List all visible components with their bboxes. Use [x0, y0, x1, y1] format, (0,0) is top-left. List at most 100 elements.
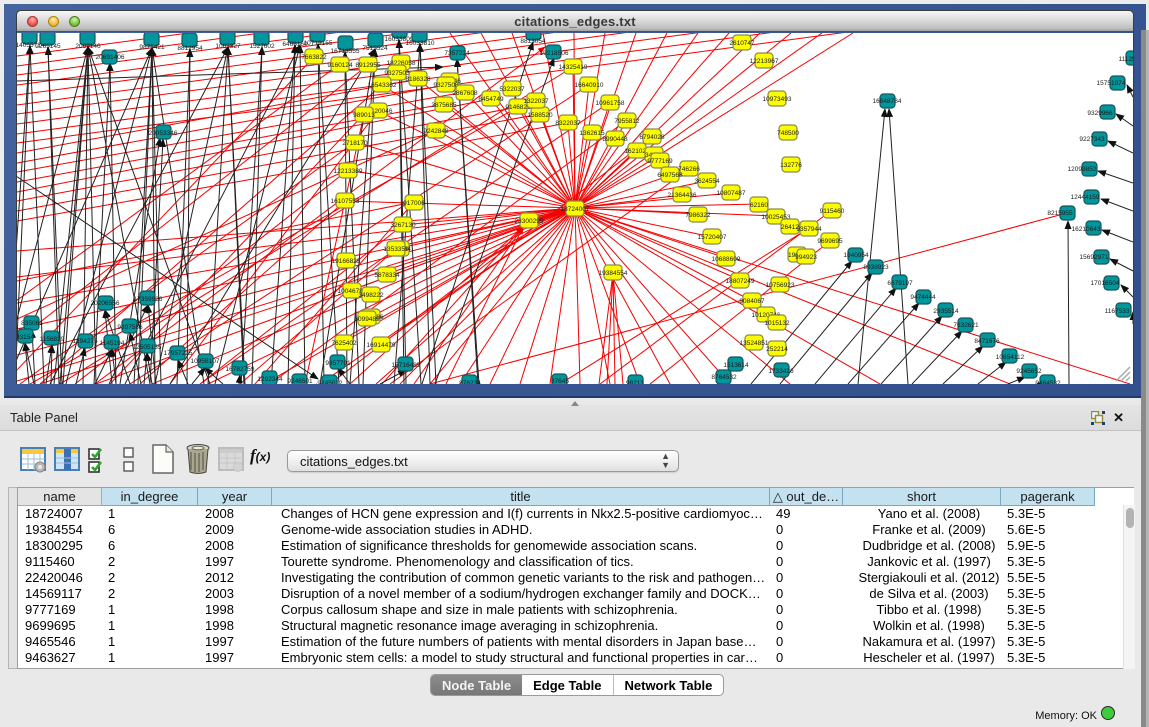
svg-text:252214: 252214 — [766, 346, 788, 353]
svg-text:20053346: 20053346 — [149, 130, 178, 137]
svg-text:876234: 876234 — [459, 380, 481, 384]
svg-text:15720407: 15720407 — [698, 234, 727, 241]
svg-text:9464532: 9464532 — [1035, 380, 1061, 384]
svg-text:6497568: 6497568 — [657, 172, 683, 179]
svg-text:7632621: 7632621 — [953, 322, 979, 329]
svg-text:7515524: 7515524 — [362, 45, 388, 52]
svg-text:6099489: 6099489 — [354, 316, 380, 323]
svg-text:12213389: 12213389 — [334, 168, 363, 175]
svg-text:10654112: 10654112 — [996, 354, 1025, 361]
svg-text:2265145: 2265145 — [35, 43, 61, 50]
svg-text:16640910: 16640910 — [575, 82, 604, 89]
svg-text:18807249: 18807249 — [726, 278, 755, 285]
svg-text:16543362: 16543362 — [368, 82, 397, 89]
svg-text:5878334: 5878334 — [374, 272, 400, 279]
svg-text:9699695: 9699695 — [817, 238, 843, 245]
svg-text:7986322: 7986322 — [685, 212, 711, 219]
svg-text:93154: 93154 — [17, 334, 34, 341]
svg-text:3624554: 3624554 — [694, 178, 720, 185]
svg-text:9327508: 9327508 — [433, 82, 459, 89]
svg-text:9857791: 9857791 — [325, 360, 351, 367]
svg-text:2718170: 2718170 — [342, 140, 368, 147]
svg-text:9397586: 9397586 — [117, 324, 143, 331]
svg-text:16648784: 16648784 — [873, 98, 902, 105]
svg-text:13524851: 13524851 — [740, 340, 769, 347]
svg-text:16713555: 16713555 — [331, 48, 360, 55]
svg-text:1292344: 1292344 — [257, 376, 283, 383]
svg-text:6794028: 6794028 — [639, 134, 665, 141]
svg-text:1322037: 1322037 — [523, 98, 549, 105]
svg-text:7625402: 7625402 — [331, 340, 357, 347]
svg-text:1733426: 1733426 — [768, 368, 794, 375]
svg-text:3498222: 3498222 — [358, 292, 384, 299]
svg-text:23300295: 23300295 — [515, 218, 544, 225]
svg-text:8215955: 8215955 — [1047, 210, 1073, 217]
svg-text:20691406: 20691406 — [96, 54, 125, 61]
svg-text:18724007: 18724007 — [561, 206, 590, 213]
svg-text:1640954: 1640954 — [843, 252, 869, 259]
svg-text:10756923: 10756923 — [766, 282, 795, 289]
svg-text:1353359: 1353359 — [383, 246, 409, 253]
svg-text:19166825: 19166825 — [332, 258, 361, 265]
svg-text:9245652: 9245652 — [1016, 368, 1042, 375]
svg-text:16107553: 16107553 — [331, 198, 360, 205]
svg-text:989013: 989013 — [353, 112, 375, 119]
svg-text:1015132: 1015132 — [764, 320, 790, 327]
svg-text:6679197: 6679197 — [887, 280, 913, 287]
svg-text:21364436: 21364436 — [668, 192, 697, 199]
svg-text:9474444: 9474444 — [910, 294, 936, 301]
svg-text:1167533: 1167533 — [1105, 308, 1130, 315]
svg-text:1145194: 1145194 — [100, 340, 125, 347]
svg-text:1527602: 1527602 — [249, 43, 275, 50]
svg-text:2069146: 2069146 — [75, 43, 101, 50]
svg-text:9777169: 9777169 — [647, 158, 673, 165]
svg-text:12213967: 12213967 — [750, 58, 779, 65]
svg-text:9875421: 9875421 — [139, 44, 165, 51]
svg-text:8938923: 8938923 — [863, 264, 889, 271]
svg-text:8813054: 8813054 — [520, 38, 546, 45]
svg-text:12093852: 12093852 — [1068, 166, 1097, 173]
svg-text:5322037: 5322037 — [499, 86, 525, 93]
svg-text:9329966: 9329966 — [1087, 110, 1113, 117]
svg-text:17359926: 17359926 — [134, 296, 163, 303]
svg-text:8471676: 8471676 — [974, 338, 1000, 345]
svg-text:17016504: 17016504 — [1091, 280, 1120, 287]
svg-text:9084067: 9084067 — [739, 298, 765, 305]
svg-text:9227343: 9227343 — [1079, 136, 1105, 143]
svg-text:9160124: 9160124 — [327, 62, 353, 69]
svg-text:16782759: 16782759 — [226, 366, 255, 373]
svg-text:9245012: 9245012 — [317, 380, 343, 384]
svg-text:15716485: 15716485 — [392, 362, 421, 369]
svg-text:9115460: 9115460 — [820, 208, 845, 215]
svg-text:748500: 748500 — [777, 130, 799, 137]
svg-text:14325419: 14325419 — [559, 64, 588, 71]
svg-text:917006: 917006 — [403, 200, 425, 207]
svg-text:12505135: 12505135 — [133, 344, 162, 351]
svg-text:19218506: 19218506 — [540, 50, 569, 57]
svg-text:132776: 132776 — [780, 162, 802, 169]
svg-text:10719155: 10719155 — [304, 40, 333, 47]
svg-text:16033810: 16033810 — [406, 40, 435, 47]
svg-text:3267130: 3267130 — [390, 222, 416, 229]
svg-text:10973493: 10973493 — [763, 96, 792, 103]
svg-text:1362615: 1362615 — [579, 130, 605, 137]
svg-text:994923: 994923 — [795, 254, 817, 261]
svg-text:10961758: 10961758 — [596, 100, 625, 107]
svg-text:15751074: 15751074 — [1097, 80, 1126, 87]
svg-text:98213: 98213 — [626, 380, 644, 384]
svg-text:9246501: 9246501 — [287, 378, 313, 384]
svg-text:8322037: 8322037 — [555, 120, 581, 127]
svg-text:7663822: 7663822 — [301, 54, 327, 61]
svg-text:10688609: 10688609 — [712, 256, 741, 263]
svg-text:8812954: 8812954 — [177, 45, 203, 52]
svg-text:62160: 62160 — [750, 202, 768, 209]
svg-text:10958107: 10958107 — [191, 358, 220, 365]
svg-text:19384554: 19384554 — [599, 270, 628, 277]
svg-text:1294275: 1294275 — [72, 338, 98, 345]
svg-text:16210643: 16210643 — [1072, 226, 1101, 233]
svg-text:87645: 87645 — [551, 378, 569, 384]
svg-text:1156829: 1156829 — [40, 336, 65, 343]
svg-text:7955812: 7955812 — [614, 118, 640, 125]
svg-text:8186328: 8186328 — [405, 76, 431, 83]
svg-text:3875685: 3875685 — [431, 102, 457, 109]
